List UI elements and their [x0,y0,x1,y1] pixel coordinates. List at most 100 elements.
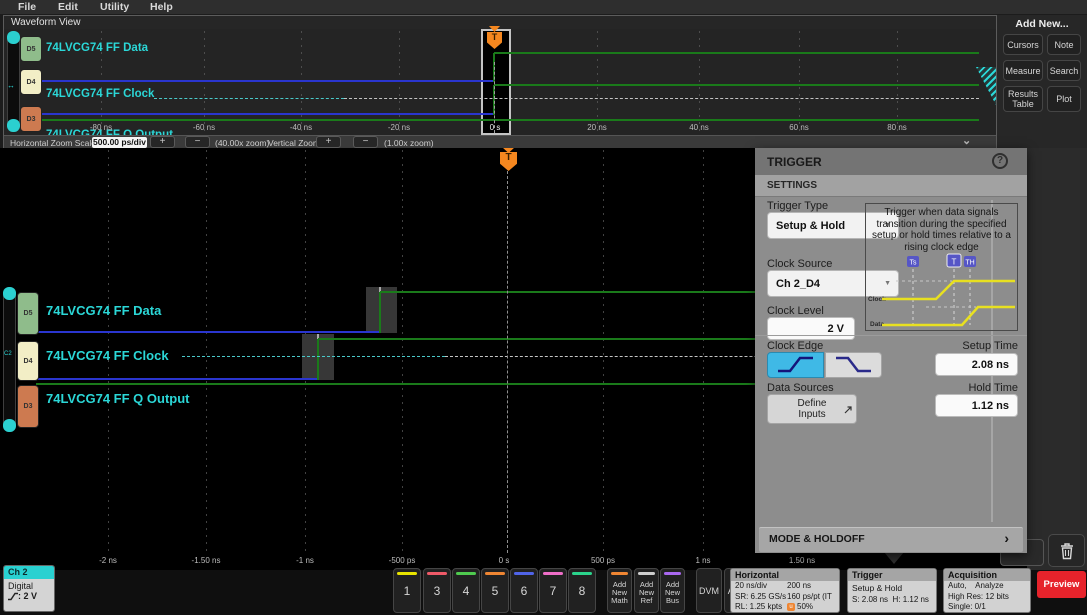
menu-edit[interactable]: Edit [58,1,78,13]
clock-level-field[interactable]: 2 V [767,317,855,340]
h-zoom-scale-label: Horizontal Zoom Scale [10,138,96,148]
menu-help[interactable]: Help [150,1,173,13]
digital-group-cap [3,287,16,300]
horizontal-badge[interactable]: Horizontal 20 ns/div200 ns SR: 6.25 GS/s… [730,568,840,613]
h-zoom-scale-value[interactable]: 500.00 ps/div [92,137,147,148]
acquisition-badge[interactable]: Acquisition Auto, Analyze High Res: 12 b… [943,568,1031,613]
channel-1-button[interactable]: 1 [393,568,421,613]
ov-trace-clock-low [37,113,493,115]
trigger-times-readout: S: 2.08 ns H: 1.12 ns [848,595,936,606]
channel-2-badge[interactable]: Ch 2 Digital : 2 V [3,565,55,612]
ov-trace-clock-high [494,84,979,86]
delete-button[interactable] [1048,534,1085,567]
channel-badge-d4[interactable]: D4 [17,341,39,381]
trigger-source-marker: C2 [4,351,12,357]
channel-button-label: 1 [404,584,411,598]
h-zoom-readout: (40.00x zoom) [215,138,269,148]
add-new-panel: Add New... Cursors Note Measure Search R… [997,15,1087,148]
zoom-overview-handle[interactable] [976,67,996,105]
gridline [402,150,403,553]
channel-badge-d5[interactable]: D5 [17,292,39,335]
channel-button-label: 6 [521,584,528,598]
axis-tick: 1.50 ns [789,556,815,565]
search-button[interactable]: Search [1047,60,1081,81]
panel-divider [755,335,1027,336]
menu-file[interactable]: File [18,1,36,13]
tab-settings[interactable]: SETTINGS [755,175,1027,197]
preview-button[interactable]: Preview [1037,571,1086,598]
ov-digital-group-cap [7,119,20,132]
overview-plot[interactable]: T ↔ D5 D4 D3 74LVCG74 FF Data 74LVCG74 F… [4,29,996,135]
ov-trace-data-high [494,52,979,54]
gridline [897,31,898,133]
channel-8-button[interactable]: 8 [568,568,596,613]
channel-button-label: 3 [434,584,441,598]
plot-button[interactable]: Plot [1047,86,1081,112]
collapse-chevron-icon[interactable]: ⌄ [962,134,971,147]
trash-icon [1059,542,1075,560]
add-new-bus-button[interactable]: Add New Bus [660,568,685,613]
channel-button-label: 8 [579,584,586,598]
channel-3-button[interactable]: 3 [423,568,451,613]
add-new-ref-button[interactable]: Add New Ref [634,568,659,613]
help-icon[interactable]: ? [992,153,1008,169]
falling-edge-button[interactable] [825,352,882,378]
cursors-button[interactable]: Cursors [1003,34,1043,55]
gridline [399,31,400,133]
rising-edge-button[interactable] [767,352,824,378]
channel-6-button[interactable]: 6 [510,568,538,613]
ov-axis-tick: -40 ns [290,123,312,132]
v-zoom-plus-button[interactable]: + [316,136,341,148]
trigger-panel-title: TRIGGER [767,155,822,169]
setup-hold-diagram: Ts T TH Clock Data [866,253,1017,329]
channel-label-data: 74LVCG74 FF Data [46,303,161,318]
chevron-right-icon: › [1004,530,1009,546]
axis-tick: -2 ns [99,556,117,565]
h-zoom-plus-button[interactable]: + [150,136,175,148]
dvm-button[interactable]: DVM [696,568,722,613]
falling-edge-icon [826,353,881,377]
axis-tick: -500 ps [389,556,416,565]
menu-bar: File Edit Utility Help [0,0,1087,14]
results-table-button[interactable]: Results Table [1003,86,1043,112]
channel-label-clock: 74LVCG74 FF Clock [46,348,169,363]
ov-axis-tick: 80 ns [887,123,907,132]
ov-channel-badge-d5[interactable]: D5 [20,36,42,62]
setup-time-field[interactable]: 2.08 ns [935,353,1018,376]
mode-holdoff-bar[interactable]: MODE & HOLDOFF › [759,527,1023,552]
add-new-math-button[interactable]: Add New Math [607,568,632,613]
trigger-badge[interactable]: Trigger Setup & Hold S: 2.08 ns H: 1.12 … [847,568,937,613]
channel-7-button[interactable]: 7 [539,568,567,613]
note-button[interactable]: Note [1047,34,1081,55]
h-record-length: RL: 1.25 kpts [735,602,787,613]
ov-channel-label-data: 74LVCG74 FF Data [46,42,148,54]
channel-4-button[interactable]: 4 [452,568,480,613]
channel-2-threshold: : 2 V [18,591,37,601]
v-zoom-minus-button[interactable]: − [353,136,378,148]
clock-level-line [182,356,445,357]
h-zoom-minus-button[interactable]: − [185,136,210,148]
measure-button[interactable]: Measure [1003,60,1043,81]
gridline [301,31,302,133]
trigger-flag-icon[interactable]: T [500,152,517,171]
zoom-scale-bar: Horizontal Zoom Scale 500.00 ps/div + − … [4,135,996,148]
ov-channel-badge-d4[interactable]: D4 [20,69,42,95]
define-inputs-button[interactable]: Define Inputs [767,394,857,424]
axis-tick: 0 s [499,556,510,565]
channel-color-strip [456,572,476,575]
ov-channel-badge-d3[interactable]: D3 [20,106,42,132]
trace-clock-low [36,378,318,380]
ov-channel-label-clock: 74LVCG74 FF Clock [46,88,154,100]
channel-5-button[interactable]: 5 [481,568,509,613]
setup-hold-zone-data [366,287,397,333]
channel-badge-d3[interactable]: D3 [17,385,39,428]
ov-axis-tick: -20 ns [388,123,410,132]
clock-level-label: Clock Level [767,305,824,317]
menu-utility[interactable]: Utility [100,1,129,13]
hold-time-field[interactable]: 1.12 ns [935,394,1018,417]
axis-tick: -1 ns [296,556,314,565]
trigger-description-text: Trigger when data signals transition dur… [866,204,1017,253]
digital-group-handle[interactable] [3,287,16,432]
trigger-type-readout: Setup & Hold [848,581,936,595]
acq-mode: Auto, Analyze [944,581,1030,592]
